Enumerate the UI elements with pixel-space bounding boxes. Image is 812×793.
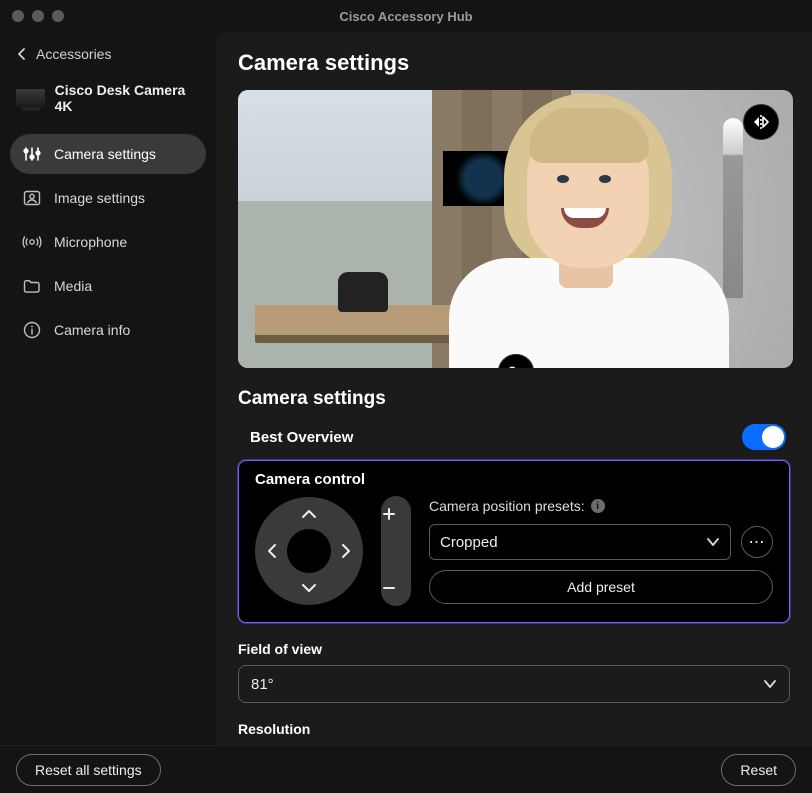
app-title: Cisco Accessory Hub: [0, 9, 812, 24]
zoom-out-button[interactable]: [381, 580, 411, 596]
preset-select-value: Cropped: [440, 534, 498, 551]
sidebar-item-label: Camera settings: [54, 146, 156, 162]
camera-preview: [238, 90, 793, 368]
device-thumb-icon: [16, 89, 45, 107]
sidebar-item-label: Media: [54, 278, 92, 294]
preset-select[interactable]: Cropped: [429, 524, 731, 560]
presets-group: Camera position presets: i Cropped ⋯: [429, 498, 773, 604]
dpad-right-button[interactable]: [335, 540, 357, 562]
field-of-view-value: 81°: [251, 676, 274, 693]
pan-tilt-dpad: [255, 497, 363, 605]
sidebar-item-image-settings[interactable]: Image settings: [10, 178, 206, 218]
zoom-in-button[interactable]: [381, 506, 411, 522]
sidebar-item-microphone[interactable]: Microphone: [10, 222, 206, 262]
microphone-waves-icon: [22, 232, 42, 252]
mirror-icon: [752, 113, 770, 131]
footer-bar: Reset all settings Reset: [0, 745, 812, 793]
back-label: Accessories: [36, 46, 111, 62]
dpad-down-button[interactable]: [298, 577, 320, 599]
sliders-icon: [22, 144, 42, 164]
add-preset-button[interactable]: Add preset: [429, 570, 773, 604]
device-name: Cisco Desk Camera 4K: [55, 82, 200, 114]
sidebar: Accessories Cisco Desk Camera 4K Camera …: [0, 32, 216, 745]
more-horizontal-icon: ⋯: [749, 532, 766, 552]
back-button[interactable]: Accessories: [10, 40, 206, 74]
sidebar-item-camera-settings[interactable]: Camera settings: [10, 134, 206, 174]
device-row[interactable]: Cisco Desk Camera 4K: [10, 74, 206, 126]
mirror-button[interactable]: [743, 104, 779, 140]
presets-label: Camera position presets: i: [429, 498, 773, 514]
main-panel: Camera settings: [216, 32, 812, 745]
page-title: Camera settings: [238, 50, 790, 76]
zoom-control: [381, 496, 411, 606]
close-dot[interactable]: [12, 10, 24, 22]
reset-button[interactable]: Reset: [721, 754, 796, 786]
presets-label-text: Camera position presets:: [429, 498, 585, 514]
person-rect-icon: [22, 188, 42, 208]
folder-icon: [22, 276, 42, 296]
chevron-down-icon: [763, 679, 777, 689]
sidebar-item-camera-info[interactable]: Camera info: [10, 310, 206, 350]
sidebar-item-media[interactable]: Media: [10, 266, 206, 306]
section-heading: Camera settings: [238, 388, 790, 410]
chevron-down-icon: [706, 537, 720, 547]
titlebar: Cisco Accessory Hub: [0, 0, 812, 32]
chevron-left-icon: [16, 47, 26, 61]
preset-more-button[interactable]: ⋯: [741, 526, 773, 558]
best-overview-toggle[interactable]: [742, 424, 786, 450]
sidebar-item-label: Camera info: [54, 322, 130, 338]
reset-all-label: Reset all settings: [35, 762, 142, 778]
min-dot[interactable]: [32, 10, 44, 22]
best-overview-label: Best Overview: [250, 429, 353, 446]
dpad-left-button[interactable]: [261, 540, 283, 562]
add-preset-label: Add preset: [567, 579, 635, 595]
reset-label: Reset: [740, 762, 777, 778]
max-dot[interactable]: [52, 10, 64, 22]
info-circle-icon: [22, 320, 42, 340]
sidebar-item-label: Image settings: [54, 190, 145, 206]
dpad-center: [287, 529, 331, 573]
field-of-view-label: Field of view: [238, 641, 790, 657]
folder-icon: [508, 364, 524, 368]
sidebar-item-label: Microphone: [54, 234, 127, 250]
sidebar-nav: Camera settings Image settings Microphon…: [10, 134, 206, 350]
info-icon[interactable]: i: [591, 499, 605, 513]
camera-control-panel: Camera control: [238, 460, 790, 623]
window-controls[interactable]: [12, 10, 64, 22]
camera-control-title: Camera control: [255, 471, 773, 488]
dpad-up-button[interactable]: [298, 503, 320, 525]
field-of-view-select[interactable]: 81°: [238, 665, 790, 703]
reset-all-button[interactable]: Reset all settings: [16, 754, 161, 786]
resolution-label: Resolution: [238, 721, 790, 737]
best-overview-row: Best Overview: [246, 424, 790, 450]
